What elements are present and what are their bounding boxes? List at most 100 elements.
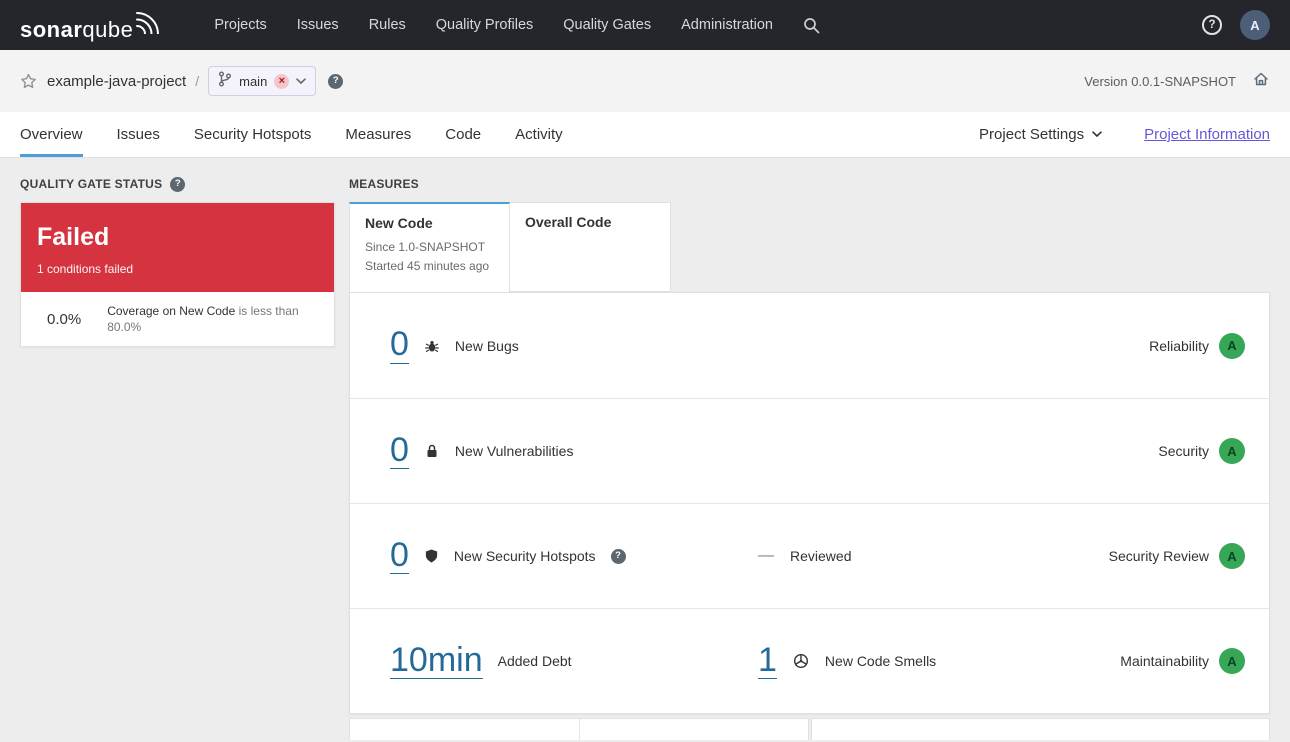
quality-gate-card: Failed 1 conditions failed 0.0% Coverage… [20, 202, 335, 348]
help-icon[interactable]: ? [1202, 15, 1222, 35]
security-review-rating-badge[interactable]: A [1219, 543, 1245, 569]
measure-rating-group: Security A [1158, 438, 1245, 464]
project-information-link[interactable]: Project Information [1144, 126, 1270, 143]
home-icon[interactable] [1252, 70, 1270, 93]
quality-gate-heading-label: QUALITY GATE STATUS [20, 177, 163, 191]
measure-rating-group: Maintainability A [1120, 648, 1245, 674]
sonar-waves-icon [136, 10, 162, 39]
logo-text: sonarqube [20, 16, 134, 42]
tab-code[interactable]: Code [445, 112, 481, 157]
nav-item-administration[interactable]: Administration [681, 17, 773, 33]
overview-content: QUALITY GATE STATUS ? Failed 1 condition… [0, 158, 1290, 741]
code-smell-icon [793, 653, 809, 669]
branch-failed-badge: × [274, 73, 290, 89]
tab-overall-code[interactable]: Overall Code [510, 202, 671, 292]
search-icon[interactable] [803, 17, 820, 34]
added-debt-label: Added Debt [497, 653, 572, 669]
measure-row-maintainability: 10min Added Debt 1 New Code Smells Maint… [350, 608, 1269, 713]
condition-text: Coverage on New Code is less than 80.0% [107, 303, 318, 335]
nav-item-quality-gates[interactable]: Quality Gates [563, 17, 651, 33]
added-debt-value[interactable]: 10min [390, 642, 483, 680]
quality-gate-section: QUALITY GATE STATUS ? Failed 1 condition… [20, 176, 335, 741]
tab-security-hotspots[interactable]: Security Hotspots [194, 112, 312, 157]
breadcrumb-bar: example-java-project / main × ? Version … [0, 50, 1290, 112]
measure-main: 10min Added Debt [390, 642, 758, 680]
new-bugs-count[interactable]: 0 [390, 326, 409, 364]
tab-activity[interactable]: Activity [515, 112, 563, 157]
top-navbar: sonarqube Projects Issues Rules Quality … [0, 0, 1290, 50]
reviewed-group: — Reviewed [758, 547, 1109, 565]
new-code-smells-count[interactable]: 1 [758, 642, 777, 680]
new-hotspots-label[interactable]: New Security Hotspots [454, 548, 596, 564]
reviewed-label: Reviewed [790, 548, 852, 564]
nav-item-issues[interactable]: Issues [297, 17, 339, 33]
new-vulnerabilities-count[interactable]: 0 [390, 432, 409, 470]
quality-gate-status: Failed [37, 223, 110, 251]
new-hotspots-count[interactable]: 0 [390, 537, 409, 575]
chevron-down-icon [1092, 131, 1102, 138]
nav-item-rules[interactable]: Rules [369, 17, 406, 33]
measure-row-bugs: 0 New Bugs Reliability A [350, 293, 1269, 398]
favorite-star-icon[interactable] [20, 73, 37, 90]
reviewed-value: — [758, 547, 774, 564]
security-label: Security [1158, 443, 1209, 459]
maintainability-rating-badge[interactable]: A [1219, 648, 1245, 674]
project-version: Version 0.0.1-SNAPSHOT [1084, 73, 1236, 89]
measures-section: MEASURES New Code Since 1.0-SNAPSHOT Sta… [349, 176, 1270, 741]
bug-icon [424, 338, 440, 354]
new-code-tab-label: New Code [365, 215, 433, 231]
tab-issues[interactable]: Issues [117, 112, 160, 157]
quality-gate-status-panel: Failed 1 conditions failed [21, 203, 334, 292]
avatar[interactable]: A [1240, 10, 1270, 40]
measure-row-vulnerabilities: 0 New Vulnerabilities Security A [350, 398, 1269, 503]
main-navigation: Projects Issues Rules Quality Profiles Q… [214, 17, 773, 33]
quality-gate-help-icon[interactable]: ? [170, 176, 186, 192]
reliability-rating-badge[interactable]: A [1219, 332, 1245, 359]
measure-rating-group: Security Review A [1109, 543, 1245, 569]
project-tabs-bar: Overview Issues Security Hotspots Measur… [0, 112, 1290, 158]
lock-icon [424, 443, 440, 459]
measure-rating-group: Reliability A [1149, 332, 1245, 359]
new-code-smells-label[interactable]: New Code Smells [825, 653, 936, 669]
measure-main: 0 New Bugs [390, 326, 758, 364]
new-vulnerabilities-label[interactable]: New Vulnerabilities [455, 443, 574, 459]
maintainability-label: Maintainability [1120, 653, 1209, 669]
overall-code-tab-label: Overall Code [525, 214, 612, 230]
measures-tabs: New Code Since 1.0-SNAPSHOT Started 45 m… [349, 202, 1270, 292]
tabs-right-group: Project Settings Project Information [979, 112, 1270, 157]
quality-gate-conditions-summary: 1 conditions failed [37, 262, 134, 276]
logo-text-qube: qube [82, 16, 134, 42]
new-code-tab-subtitle: Since 1.0-SNAPSHOT Started 45 minutes ag… [365, 238, 494, 275]
breadcrumb-project-link[interactable]: example-java-project [47, 73, 186, 90]
sonarqube-logo[interactable]: sonarqube [20, 10, 162, 41]
branch-selector[interactable]: main × [208, 66, 317, 96]
reliability-label: Reliability [1149, 337, 1209, 354]
new-code-since: Since 1.0-SNAPSHOT [365, 240, 486, 254]
quality-gate-heading: QUALITY GATE STATUS ? [20, 176, 335, 192]
security-rating-badge[interactable]: A [1219, 438, 1245, 464]
measures-heading: MEASURES [349, 176, 1270, 192]
measures-panel: 0 New Bugs Reliability A 0 New Vulnerabi… [349, 292, 1270, 714]
hotspots-help-icon[interactable]: ? [610, 548, 626, 564]
project-settings-menu[interactable]: Project Settings [979, 126, 1102, 143]
condition-metric: Coverage on New Code [107, 304, 236, 318]
tab-overview[interactable]: Overview [20, 112, 83, 157]
shield-icon [424, 548, 439, 564]
measure-main: 0 New Security Hotspots ? [390, 537, 758, 575]
navbar-right-group: ? A [1202, 10, 1270, 40]
duplications-card-stub [811, 718, 1270, 740]
code-smells-group: 1 New Code Smells [758, 642, 1120, 680]
logo-text-sonar: sonar [20, 16, 83, 42]
new-bugs-label[interactable]: New Bugs [455, 338, 519, 354]
tab-measures[interactable]: Measures [345, 112, 411, 157]
quality-gate-condition[interactable]: 0.0% Coverage on New Code is less than 8… [21, 292, 334, 347]
measure-main: 0 New Vulnerabilities [390, 432, 758, 470]
nav-item-projects[interactable]: Projects [214, 17, 266, 33]
chevron-down-icon [296, 72, 307, 90]
breadcrumb-separator: / [195, 73, 200, 89]
nav-item-quality-profiles[interactable]: Quality Profiles [436, 17, 534, 33]
branch-name: main [239, 73, 268, 89]
tab-new-code[interactable]: New Code Since 1.0-SNAPSHOT Started 45 m… [349, 202, 510, 292]
breadcrumb-right-group: Version 0.0.1-SNAPSHOT [1084, 70, 1270, 93]
branch-help-icon[interactable]: ? [328, 73, 344, 89]
